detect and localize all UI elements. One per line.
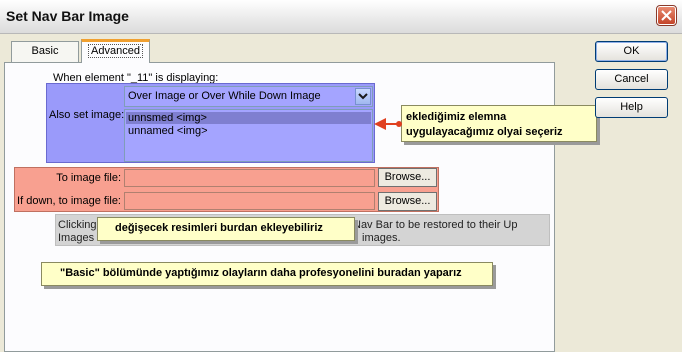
if-down-label: If down, to image file:	[17, 195, 121, 207]
callout-event: eklediğimiz elemna uygulayacağımız olyai…	[401, 105, 597, 142]
list-item[interactable]: unnsmed <img>	[126, 112, 371, 124]
also-set-image-label: Also set image:	[49, 109, 125, 121]
note-line1-right: Nav Bar to be restored to their Up	[353, 219, 518, 231]
title-bar: Set Nav Bar Image	[0, 0, 682, 34]
note-line2-right: images.	[362, 232, 401, 244]
dropdown-button[interactable]	[355, 88, 371, 105]
image-listbox[interactable]: unnsmed <img> unnamed <img>	[124, 109, 373, 162]
ok-button[interactable]: OK	[595, 41, 668, 62]
to-image-label: To image file:	[56, 172, 121, 184]
help-button[interactable]: Help	[595, 97, 668, 118]
tab-advanced[interactable]: Advanced	[81, 39, 150, 63]
callout-images: değişecek resimleri burdan ekleyebiliriz	[97, 217, 355, 241]
if-down-input[interactable]	[124, 192, 375, 210]
close-button[interactable]	[656, 5, 677, 26]
browse-button-if-down[interactable]: Browse...	[378, 192, 437, 211]
tab-basic[interactable]: Basic	[11, 41, 79, 62]
callout-basic: "Basic" bölümünde yaptığımız olayların d…	[41, 262, 493, 286]
to-image-input[interactable]	[124, 169, 375, 187]
close-x-icon	[661, 10, 672, 21]
cancel-button[interactable]: Cancel	[595, 69, 668, 90]
note-line2-left: Images	[58, 232, 95, 244]
list-item[interactable]: unnamed <img>	[128, 125, 208, 137]
state-select[interactable]: Over Image or Over While Down Image	[124, 86, 373, 107]
tab-advanced-label: Advanced	[88, 44, 143, 58]
window-title: Set Nav Bar Image	[6, 8, 129, 24]
state-select-value: Over Image or Over While Down Image	[128, 90, 321, 102]
note-line1-left: Clicking	[58, 219, 97, 231]
chevron-down-icon	[358, 93, 368, 100]
left-arrow-icon	[374, 118, 402, 130]
browse-button-to-image[interactable]: Browse...	[378, 168, 437, 187]
